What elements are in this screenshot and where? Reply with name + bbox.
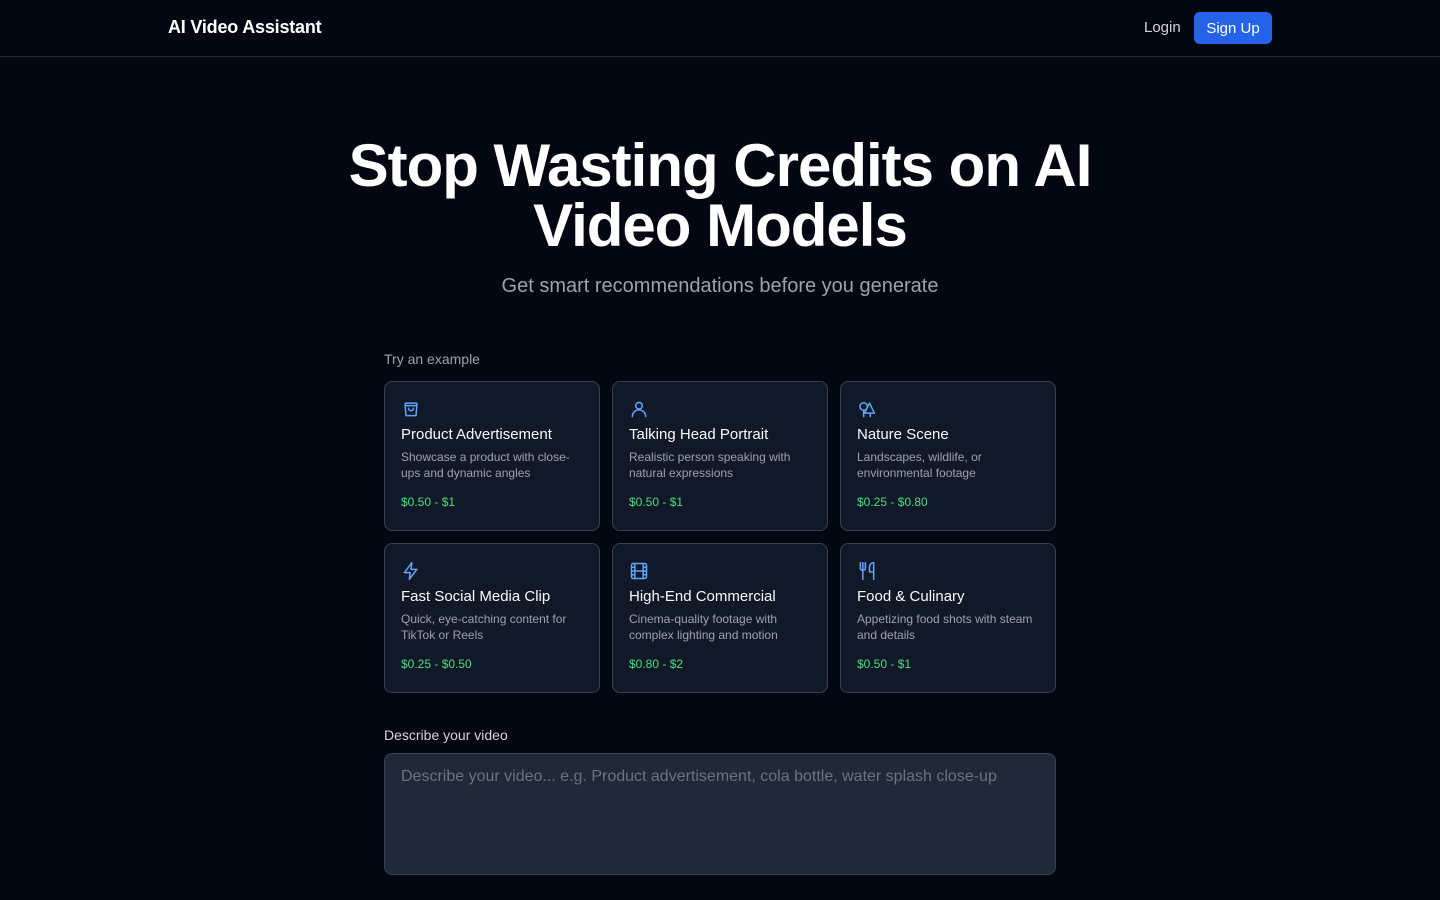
card-price: $0.50 - $1 bbox=[857, 657, 912, 671]
describe-label: Describe your video bbox=[384, 727, 508, 743]
card-price: $0.80 - $2 bbox=[629, 657, 684, 671]
signup-button[interactable]: Sign Up bbox=[1194, 12, 1272, 44]
example-card-social-media-clip[interactable]: Fast Social Media Clip Quick, eye-catchi… bbox=[384, 543, 600, 693]
login-link[interactable]: Login bbox=[1144, 19, 1181, 36]
shopping-bag-icon bbox=[401, 399, 421, 419]
video-description-input[interactable] bbox=[384, 753, 1056, 875]
card-price: $0.50 - $1 bbox=[629, 495, 684, 509]
card-title: Fast Social Media Clip bbox=[401, 588, 551, 605]
card-title: High-End Commercial bbox=[629, 588, 776, 605]
card-description: Quick, eye-catching content for TikTok o… bbox=[401, 612, 567, 642]
card-price: $0.25 - $0.50 bbox=[401, 657, 472, 671]
examples-label: Try an example bbox=[384, 351, 480, 367]
card-price: $0.25 - $0.80 bbox=[857, 495, 928, 509]
example-card-product-advertisement[interactable]: Product Advertisement Showcase a product… bbox=[384, 381, 600, 531]
card-title: Product Advertisement bbox=[401, 426, 552, 443]
card-description: Showcase a product with close-ups and dy… bbox=[401, 450, 570, 480]
utensils-icon bbox=[857, 561, 877, 581]
card-description: Realistic person speaking with natural e… bbox=[629, 450, 791, 480]
card-title: Talking Head Portrait bbox=[629, 426, 769, 443]
trees-icon bbox=[857, 399, 877, 419]
card-description: Appetizing food shots with steam and det… bbox=[857, 612, 1033, 642]
example-cards: Product Advertisement Showcase a product… bbox=[384, 381, 1056, 693]
card-description: Landscapes, wildlife, or environmental f… bbox=[857, 450, 982, 480]
card-description: Cinema-quality footage with complex ligh… bbox=[629, 612, 778, 642]
example-card-food-culinary[interactable]: Food & Culinary Appetizing food shots wi… bbox=[840, 543, 1056, 693]
card-price: $0.50 - $1 bbox=[401, 495, 456, 509]
user-icon bbox=[629, 399, 649, 419]
hero-title: Stop Wasting Credits on AI Video Models bbox=[348, 132, 1093, 259]
film-icon bbox=[629, 561, 649, 581]
example-card-high-end-commercial[interactable]: High-End Commercial Cinema-quality foota… bbox=[612, 543, 828, 693]
card-title: Food & Culinary bbox=[857, 588, 965, 605]
example-card-nature-scene[interactable]: Nature Scene Landscapes, wildlife, or en… bbox=[840, 381, 1056, 531]
hero-subtitle: Get smart recommendations before you gen… bbox=[501, 275, 939, 297]
top-nav: AI Video Assistant Login Sign Up bbox=[0, 0, 1440, 57]
brand-logo[interactable]: AI Video Assistant bbox=[168, 17, 322, 38]
card-title: Nature Scene bbox=[857, 426, 949, 443]
example-card-talking-head[interactable]: Talking Head Portrait Realistic person s… bbox=[612, 381, 828, 531]
lightning-icon bbox=[401, 561, 421, 581]
